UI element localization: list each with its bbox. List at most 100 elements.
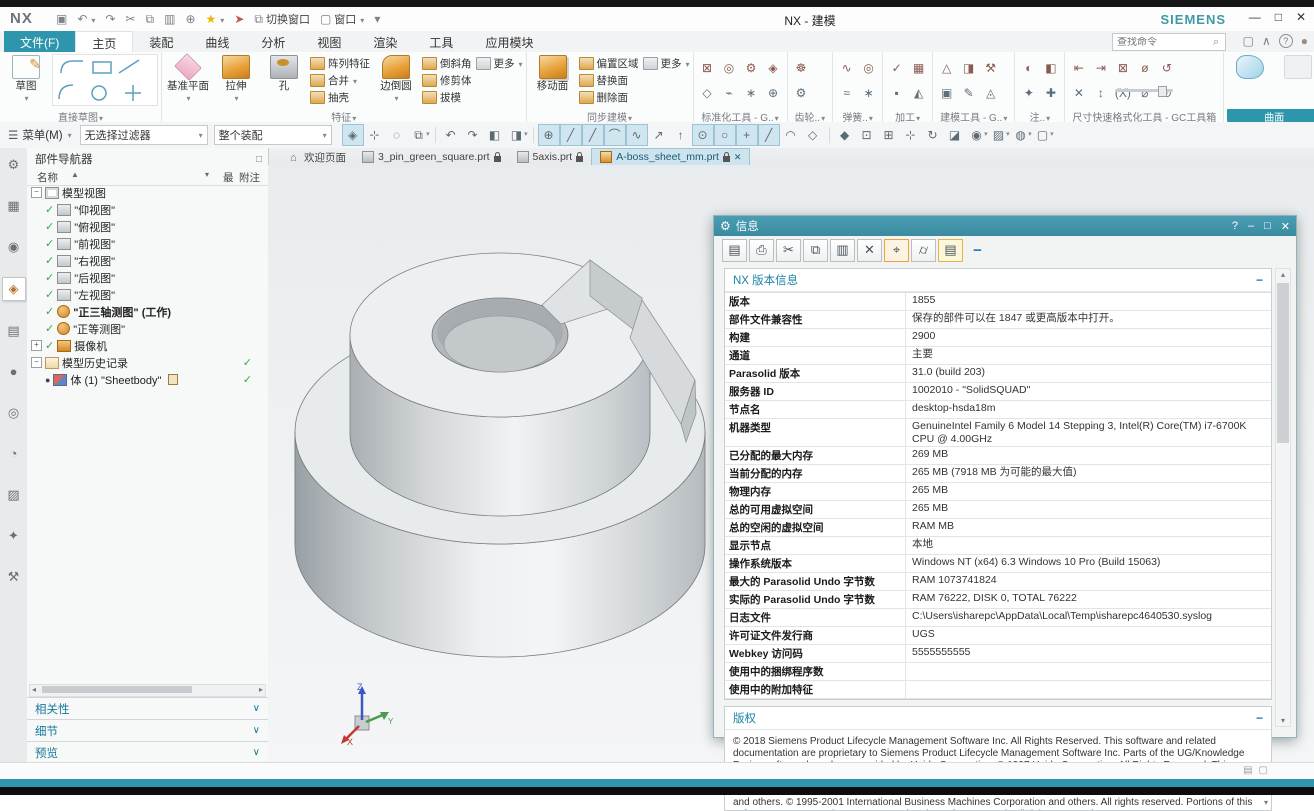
dialog-help-button[interactable]: ? xyxy=(1232,220,1238,233)
tree-item-model-views[interactable]: − 模型视图 xyxy=(27,184,266,201)
dropdown-caret-icon[interactable] xyxy=(359,12,364,26)
collapse-all-button[interactable]: − xyxy=(965,239,990,262)
window-button[interactable]: ▢ 窗口 xyxy=(316,9,368,29)
ribbon-group-label[interactable]: 直接草图 xyxy=(3,109,158,122)
dim-format-icon-8[interactable]: ⌀ xyxy=(1134,83,1155,104)
delete-face-button[interactable]: 删除面 xyxy=(579,89,639,106)
show-hide-icon[interactable]: ◍▾ xyxy=(1010,124,1032,146)
standard-tool-icon-2[interactable]: ◇ xyxy=(697,83,718,104)
dimension-scale-slider[interactable] xyxy=(1115,89,1173,92)
model-3d-part[interactable] xyxy=(290,238,720,668)
switch-window-button[interactable]: ⧉ 切换窗口 xyxy=(250,9,314,29)
extrude-button[interactable]: 拉伸 xyxy=(213,54,259,104)
midpoint-snap-icon[interactable]: ╱ xyxy=(582,124,604,146)
dropdown-caret-icon[interactable] xyxy=(219,12,224,26)
sketch-gallery[interactable] xyxy=(52,54,158,106)
cut-button[interactable]: ✂ xyxy=(776,239,801,262)
copy-button[interactable]: ⧉ xyxy=(803,239,828,262)
touch-pointer-icon[interactable]: ➤ xyxy=(230,10,248,28)
scroll-down-icon[interactable]: ▾ xyxy=(1264,798,1268,807)
standard-tool-icon-6[interactable]: ∗ xyxy=(741,83,762,104)
dim-format-icon-1[interactable]: ⇤ xyxy=(1068,58,1089,79)
ribbon-group-label[interactable]: 尺寸快速格式化工具 - GC工具箱 xyxy=(1068,109,1220,122)
more-button[interactable]: 更多 xyxy=(476,55,523,72)
standard-tool-icon-3[interactable]: ◎ xyxy=(719,58,740,79)
part-navigator-icon[interactable]: ◈ xyxy=(2,277,26,301)
tab-3-pin-green-square[interactable]: 3_pin_green_square.prt xyxy=(354,149,509,165)
datum-plane-button[interactable]: 基准平面 xyxy=(165,54,211,104)
ribbon-group-label[interactable]: 建模工具 - G.. xyxy=(936,109,1011,122)
offset-region-button[interactable]: 偏置区域 xyxy=(579,55,639,72)
tree-item-isometric-view[interactable]: "正等测图" xyxy=(27,320,266,337)
tab-file[interactable]: 文件(F) xyxy=(4,31,75,52)
find-next-button[interactable]: ⌭ xyxy=(911,239,936,262)
visibility-check-icon[interactable] xyxy=(45,305,54,318)
paste-icon[interactable]: ▥ xyxy=(160,10,179,28)
intersection-snap-icon[interactable]: ∿ xyxy=(626,124,648,146)
dim-format-icon-4[interactable]: ↕ xyxy=(1090,83,1111,104)
visibility-check-icon[interactable] xyxy=(45,237,54,250)
scroll-up-icon[interactable]: ▴ xyxy=(1276,270,1290,279)
mold-tool-icon-4[interactable]: ✚ xyxy=(1040,83,1061,104)
minimize-ribbon-icon[interactable]: ∧ xyxy=(1262,34,1271,48)
tab-analysis[interactable]: 分析 xyxy=(245,31,301,52)
dim-format-icon-5[interactable]: ⊠ xyxy=(1112,58,1133,79)
pole-snap-icon[interactable]: ◠ xyxy=(780,124,802,146)
user-icon[interactable]: ● xyxy=(1301,34,1308,48)
machining-icon-2[interactable]: ▪ xyxy=(886,83,907,104)
copy-icon[interactable]: ⧉ xyxy=(142,10,159,29)
move-face-button[interactable]: 移动面 xyxy=(530,54,576,92)
dropdown-caret-icon[interactable] xyxy=(90,12,95,26)
collapse-section-icon[interactable]: − xyxy=(1256,711,1263,725)
spring-tool-icon-4[interactable]: ∗ xyxy=(858,83,879,104)
selection-scope-dropdown[interactable]: 整个装配 xyxy=(214,125,332,145)
favorites-star-icon[interactable]: ★ xyxy=(202,10,229,28)
close-tab-icon[interactable] xyxy=(734,151,742,163)
notes-icon[interactable]: ▤ xyxy=(1243,765,1252,776)
selection-filter-dropdown[interactable]: 无选择过滤器 xyxy=(80,125,208,145)
scrollbar-thumb[interactable] xyxy=(42,686,192,693)
ribbon-group-label[interactable]: 同步建模 xyxy=(530,109,690,122)
pane-dependencies[interactable]: 相关性 ∨ xyxy=(27,697,268,719)
dim-format-icon-7[interactable]: ø xyxy=(1134,58,1155,79)
related-face-icon[interactable]: ◨▾ xyxy=(506,124,528,146)
draft-button[interactable]: 拔模 xyxy=(422,89,472,106)
spring-tool-icon-2[interactable]: ≈ xyxy=(836,83,857,104)
tab-curve[interactable]: 曲线 xyxy=(189,31,245,52)
perspective-icon[interactable]: ◪ xyxy=(944,124,966,146)
help-icon[interactable]: ? xyxy=(1279,33,1293,48)
dim-format-icon-2[interactable]: ✕ xyxy=(1068,83,1089,104)
tab-assemblies[interactable]: 装配 xyxy=(133,31,189,52)
visibility-check-icon[interactable] xyxy=(45,271,54,284)
ribbon-group-label[interactable]: 齿轮.. xyxy=(791,109,830,122)
select-part-icon[interactable]: ◈ xyxy=(342,124,364,146)
midpoint2-snap-icon[interactable]: ◇ xyxy=(802,124,824,146)
mold-tool-icon-1[interactable]: ◐ xyxy=(1018,58,1039,79)
replace-face-button[interactable]: 替换面 xyxy=(579,72,639,89)
internet-browser-icon[interactable]: ● xyxy=(3,361,25,383)
scroll-right-icon[interactable]: ▸ xyxy=(259,685,263,694)
ribbon-group-label[interactable]: 弹簧.. xyxy=(836,109,879,122)
tree-item-back-view[interactable]: "后视图" xyxy=(27,269,266,286)
dialog-maximize-button[interactable]: □ xyxy=(1264,220,1271,233)
pane-details[interactable]: 细节 ∨ xyxy=(27,719,268,741)
minimize-button[interactable]: — xyxy=(1249,10,1261,24)
reuse-library-icon[interactable]: ▤ xyxy=(3,320,25,342)
modeling-tool-icon-6[interactable]: ◬ xyxy=(980,83,1001,104)
filter-caret-icon[interactable]: ▾ xyxy=(205,170,209,179)
tree-item-top-view[interactable]: "俯视图" xyxy=(27,218,266,235)
dialog-close-button[interactable]: ✕ xyxy=(1281,220,1290,233)
chamfer-button[interactable]: 倒斜角 xyxy=(422,55,472,72)
sort-arrow-icon[interactable]: ▲ xyxy=(71,170,79,179)
mold-tool-icon-3[interactable]: ◧ xyxy=(1040,58,1061,79)
collapse-section-icon[interactable]: − xyxy=(1256,273,1263,287)
machining-icon-4[interactable]: ◭ xyxy=(908,83,929,104)
gear-modeling-icon-1[interactable]: ☸ xyxy=(791,58,812,79)
horizontal-scrollbar[interactable]: ◂ ▸ xyxy=(29,684,266,697)
region-select-icon[interactable]: ◌ xyxy=(386,124,408,146)
scrollbar-thumb[interactable] xyxy=(1277,283,1289,443)
surface-dropdown-button[interactable] xyxy=(1227,54,1273,80)
selection-folder-icon[interactable]: ⧉▾ xyxy=(408,124,430,146)
dim-format-icon-6[interactable]: (X) xyxy=(1112,83,1133,104)
fit-window-icon[interactable]: ⊡ xyxy=(856,124,878,146)
